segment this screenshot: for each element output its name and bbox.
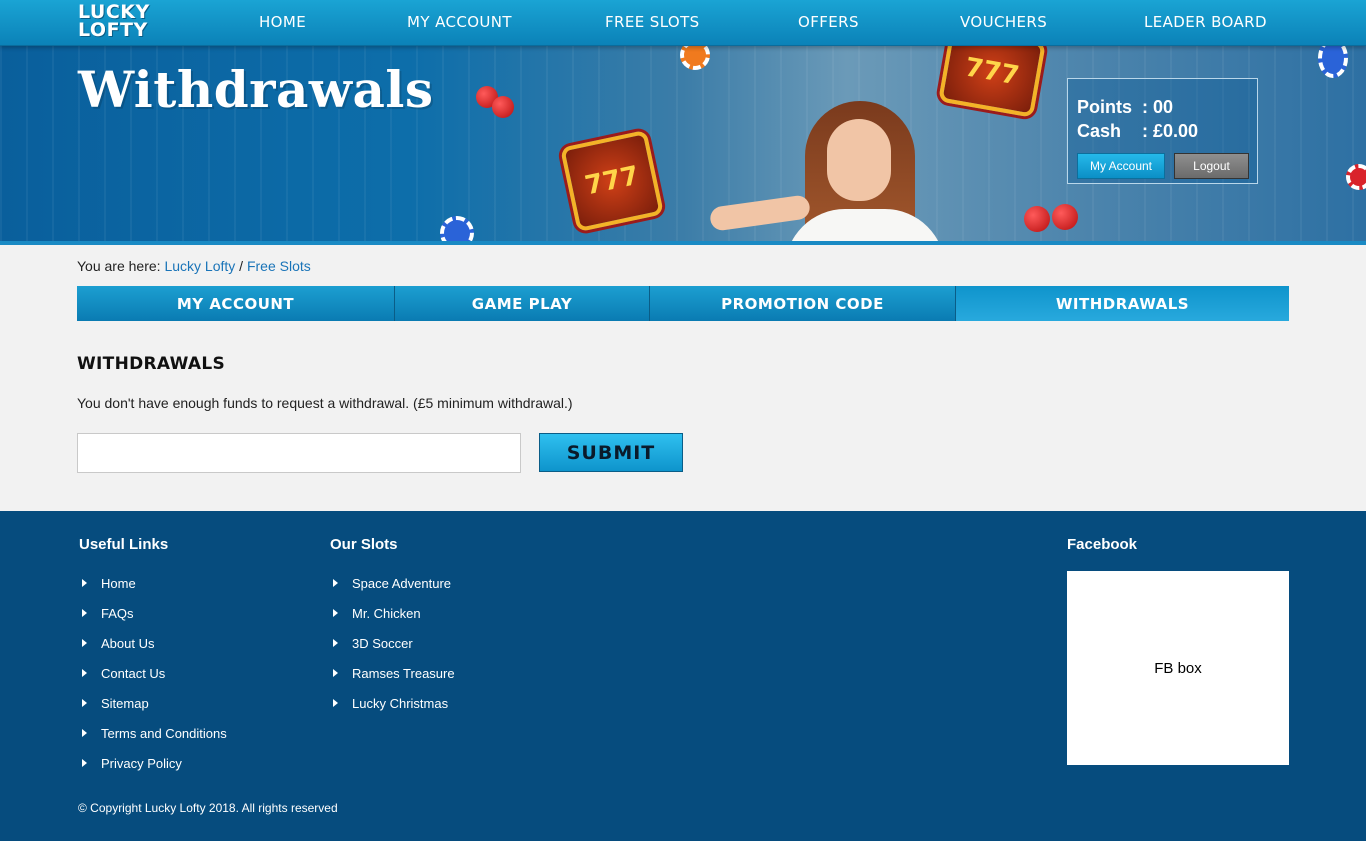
cherry-icon	[1024, 206, 1050, 232]
points-row: Points : 00	[1077, 97, 1173, 118]
page-title: Withdrawals	[78, 60, 434, 119]
caret-right-icon	[333, 609, 338, 617]
facebook-widget[interactable]: FB box	[1067, 571, 1289, 765]
breadcrumb: You are here: Lucky Lofty / Free Slots	[77, 258, 311, 274]
cash-value: : £0.00	[1142, 121, 1199, 141]
caret-right-icon	[333, 699, 338, 707]
slot-reel-icon: 777	[938, 46, 1046, 118]
nav-vouchers[interactable]: VOUCHERS	[960, 13, 1047, 31]
breadcrumb-home-link[interactable]: Lucky Lofty	[164, 258, 235, 274]
slot-link-lucky-christmas[interactable]: Lucky Christmas	[330, 688, 455, 718]
reel-text: 777	[962, 52, 1022, 92]
slot-link-mr-chicken[interactable]: Mr. Chicken	[330, 598, 455, 628]
caret-right-icon	[82, 609, 87, 617]
slot-link-label: 3D Soccer	[352, 635, 413, 651]
footer-link-terms[interactable]: Terms and Conditions	[79, 718, 227, 748]
slot-link-3d-soccer[interactable]: 3D Soccer	[330, 628, 455, 658]
copyright-text: © Copyright Lucky Lofty 2018. All rights…	[78, 801, 338, 815]
cherry-icon	[1052, 204, 1078, 230]
nav-home[interactable]: HOME	[259, 13, 306, 31]
our-slots-list: Space Adventure Mr. Chicken 3D Soccer Ra…	[330, 568, 455, 718]
submit-button[interactable]: SUBMIT	[539, 433, 683, 472]
footer-link-contact-us[interactable]: Contact Us	[79, 658, 227, 688]
logout-button[interactable]: Logout	[1174, 153, 1249, 179]
my-account-button[interactable]: My Account	[1077, 153, 1165, 179]
useful-links-list: Home FAQs About Us Contact Us Sitemap Te…	[79, 568, 227, 778]
withdrawal-message: You don't have enough funds to request a…	[77, 395, 573, 411]
footer-link-label: Sitemap	[101, 695, 149, 711]
slot-link-label: Ramses Treasure	[352, 665, 455, 681]
nav-free-slots[interactable]: FREE SLOTS	[605, 13, 700, 31]
slot-link-space-adventure[interactable]: Space Adventure	[330, 568, 455, 598]
our-slots-heading: Our Slots	[330, 536, 398, 553]
caret-right-icon	[82, 729, 87, 737]
casino-chip-icon	[1346, 164, 1366, 190]
nav-offers[interactable]: OFFERS	[798, 13, 859, 31]
tab-game-play[interactable]: GAME PLAY	[395, 286, 650, 321]
footer-link-label: FAQs	[101, 605, 134, 621]
account-tabs: MY ACCOUNT GAME PLAY PROMOTION CODE WITH…	[77, 286, 1289, 321]
cash-label: Cash	[1077, 121, 1122, 141]
logo-line-2: LOFTY	[78, 19, 148, 41]
nav-leader-board[interactable]: LEADER BOARD	[1144, 13, 1267, 31]
account-summary-box: Points : 00 Cash : £0.00 My Account Logo…	[1067, 78, 1258, 184]
breadcrumb-current-link[interactable]: Free Slots	[247, 258, 311, 274]
breadcrumb-separator: /	[239, 258, 244, 274]
footer-link-label: About Us	[101, 635, 155, 651]
footer-link-about-us[interactable]: About Us	[79, 628, 227, 658]
reel-text: 777	[582, 160, 642, 202]
caret-right-icon	[333, 639, 338, 647]
tab-withdrawals[interactable]: WITHDRAWALS	[956, 286, 1289, 321]
cherry-icon	[492, 96, 514, 118]
slot-link-label: Lucky Christmas	[352, 695, 449, 711]
top-navigation-bar: LUCKY LOFTY HOME MY ACCOUNT FREE SLOTS O…	[0, 0, 1366, 46]
woman-pointing-illustration	[708, 101, 945, 241]
lucky-lofty-logo[interactable]: LUCKY LOFTY	[78, 3, 160, 43]
cash-row: Cash : £0.00	[1077, 121, 1198, 142]
caret-right-icon	[333, 669, 338, 677]
useful-links-heading: Useful Links	[79, 536, 169, 553]
hero-divider	[0, 241, 1366, 245]
casino-chip-icon	[1318, 46, 1348, 78]
casino-chip-icon	[680, 46, 710, 70]
caret-right-icon	[82, 639, 87, 647]
caret-right-icon	[82, 699, 87, 707]
fb-box-label: FB box	[1154, 659, 1202, 677]
breadcrumb-prefix: You are here:	[77, 258, 161, 274]
slot-link-label: Mr. Chicken	[352, 605, 421, 621]
footer-link-privacy-policy[interactable]: Privacy Policy	[79, 748, 227, 778]
casino-chip-icon	[440, 216, 474, 241]
caret-right-icon	[333, 579, 338, 587]
slot-reel-icon: 777	[560, 129, 664, 233]
footer-link-label: Home	[101, 575, 136, 591]
tab-promotion-code[interactable]: PROMOTION CODE	[650, 286, 956, 321]
footer-link-label: Privacy Policy	[101, 755, 182, 771]
nav-my-account[interactable]: MY ACCOUNT	[407, 13, 512, 31]
footer-link-sitemap[interactable]: Sitemap	[79, 688, 227, 718]
footer-link-label: Terms and Conditions	[101, 725, 227, 741]
points-label: Points	[1077, 97, 1133, 117]
footer-link-label: Contact Us	[101, 665, 166, 681]
caret-right-icon	[82, 579, 87, 587]
points-value: : 00	[1142, 97, 1174, 117]
tab-my-account[interactable]: MY ACCOUNT	[77, 286, 395, 321]
caret-right-icon	[82, 759, 87, 767]
withdrawals-heading: WITHDRAWALS	[77, 354, 226, 374]
slot-link-label: Space Adventure	[352, 575, 452, 591]
footer-link-faqs[interactable]: FAQs	[79, 598, 227, 628]
slot-link-ramses-treasure[interactable]: Ramses Treasure	[330, 658, 455, 688]
footer-link-home[interactable]: Home	[79, 568, 227, 598]
caret-right-icon	[82, 669, 87, 677]
facebook-heading: Facebook	[1067, 536, 1138, 553]
withdrawal-amount-input[interactable]	[77, 433, 521, 473]
footer: Useful Links Home FAQs About Us Contact …	[0, 511, 1366, 841]
